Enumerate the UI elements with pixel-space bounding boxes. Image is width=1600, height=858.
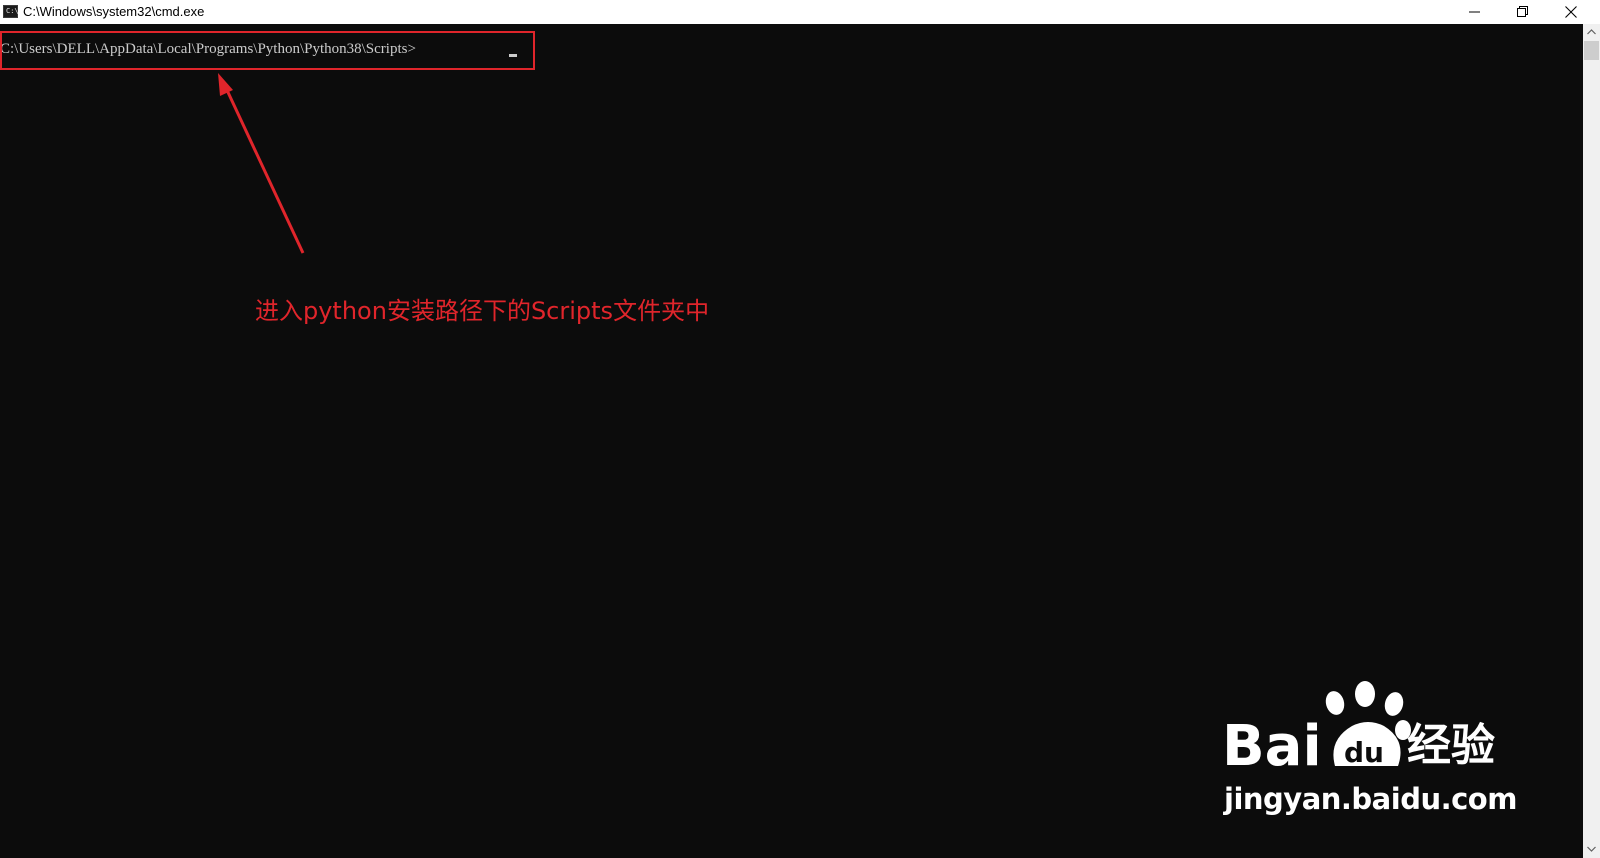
- arrow-line: [224, 87, 305, 254]
- watermark-url: jingyan.baidu.com: [1224, 782, 1517, 816]
- restore-icon: [1517, 6, 1528, 17]
- arrow-head: [218, 73, 233, 96]
- close-button[interactable]: [1548, 0, 1594, 24]
- minimize-button[interactable]: [1452, 0, 1498, 24]
- chevron-down-icon: [1587, 846, 1596, 852]
- scroll-up-button[interactable]: [1583, 24, 1600, 41]
- minimize-icon: [1469, 11, 1480, 13]
- baidu-jingyan-watermark: Bai du 经验 jingyan.baidu.com: [1222, 680, 1522, 830]
- chevron-up-icon: [1587, 29, 1596, 35]
- scroll-thumb[interactable]: [1584, 41, 1599, 60]
- title-bar[interactable]: C:\ C:\Windows\system32\cmd.exe: [0, 0, 1600, 24]
- window-title: C:\Windows\system32\cmd.exe: [23, 4, 205, 19]
- logo-jingyan: 经验: [1407, 720, 1495, 771]
- scroll-down-button[interactable]: [1583, 841, 1600, 858]
- cmd-window: C:\ C:\Windows\system32\cmd.exe C:\Users…: [0, 0, 1600, 858]
- logo-bai: Bai: [1222, 714, 1322, 779]
- annotation-text: 进入python安装路径下的Scripts文件夹中: [255, 297, 710, 325]
- close-icon: [1565, 6, 1577, 18]
- logo-du: du: [1344, 736, 1384, 769]
- vertical-scrollbar[interactable]: [1583, 24, 1600, 858]
- cmd-icon-glyph: C:\: [6, 7, 19, 15]
- restore-button[interactable]: [1500, 0, 1546, 24]
- cmd-icon: C:\: [3, 5, 19, 18]
- baidu-logo: Bai du 经验: [1222, 681, 1495, 779]
